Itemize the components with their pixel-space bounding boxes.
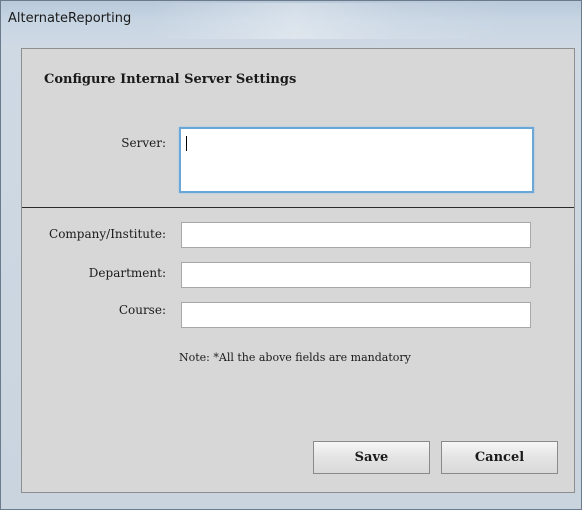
dialog-window: AlternateReporting Configure Internal Se… — [0, 0, 582, 510]
dialog-heading: Configure Internal Server Settings — [44, 72, 297, 87]
mandatory-note: Note: *All the above fields are mandator… — [179, 351, 411, 364]
save-button[interactable]: Save — [313, 441, 430, 474]
server-label: Server: — [121, 136, 166, 150]
title-bar-glare — [151, 3, 511, 39]
dialog-content: Configure Internal Server Settings Serve… — [21, 48, 575, 493]
course-input[interactable] — [181, 302, 531, 328]
course-label: Course: — [118, 303, 166, 317]
department-input[interactable] — [181, 262, 531, 288]
text-caret — [186, 136, 187, 151]
server-textarea[interactable] — [179, 127, 534, 193]
title-bar[interactable]: AlternateReporting — [1, 1, 581, 41]
department-label: Department: — [88, 266, 166, 280]
window-title: AlternateReporting — [8, 11, 132, 26]
cancel-button[interactable]: Cancel — [441, 441, 558, 474]
company-institute-input[interactable] — [181, 222, 531, 248]
company-institute-label: Company/Institute: — [49, 227, 166, 241]
section-divider — [22, 207, 574, 208]
